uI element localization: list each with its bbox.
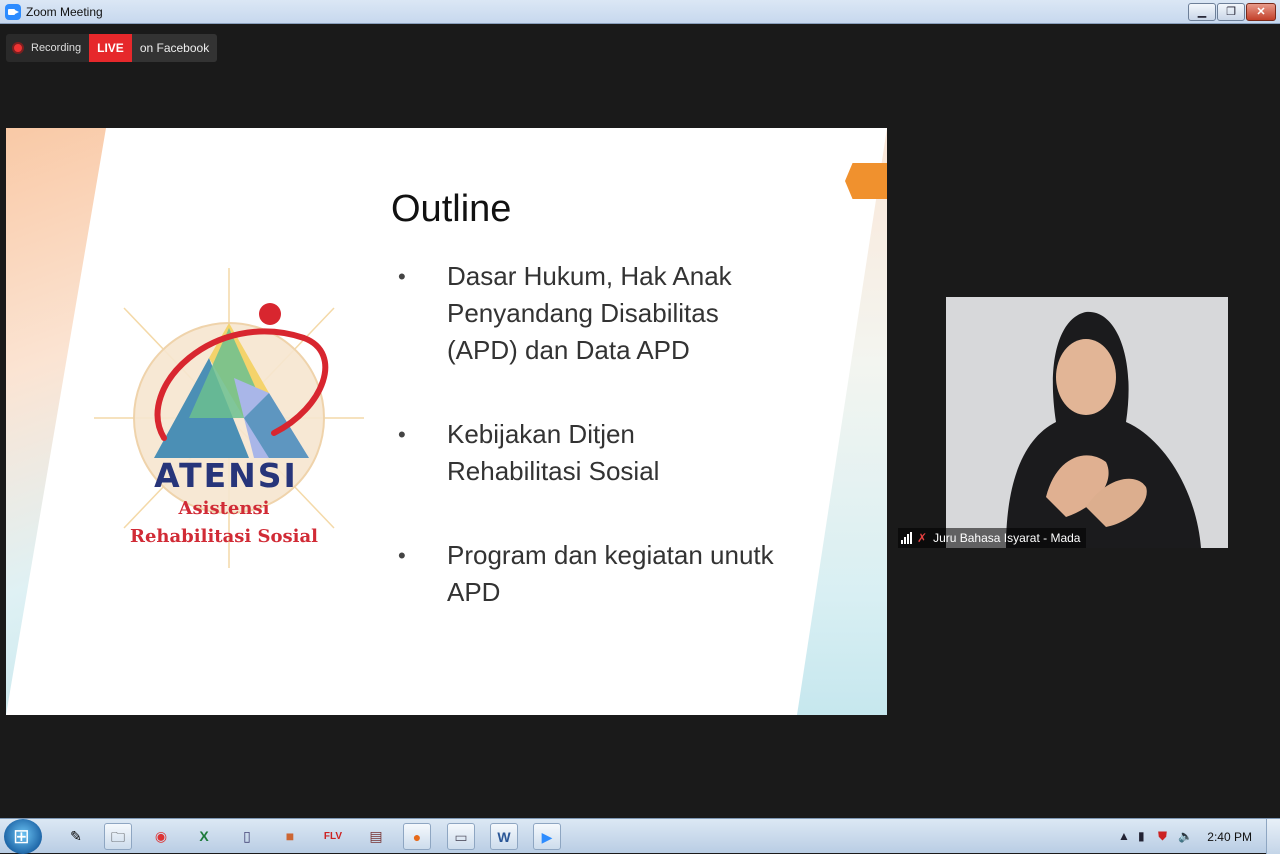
window-titlebar: Zoom Meeting ▁ ❐ ✕	[0, 0, 1280, 24]
winrar-icon[interactable]: ▤	[362, 823, 390, 850]
bullet-line: Rehabilitasi Sosial	[447, 456, 660, 486]
explorer-icon[interactable]: 🗀	[104, 823, 132, 850]
logo-subtitle-1: Asistensi	[178, 498, 270, 519]
shared-screen-slide: ATENSI Asistensi Rehabilitasi Sosial Out…	[6, 128, 887, 715]
recording-label: Recording	[31, 42, 82, 54]
logo-subtitle-2: Rehabilitasi Sosial	[130, 526, 318, 547]
zoom-taskbar-icon[interactable]: ▶	[533, 823, 561, 850]
participant-name-label: ✗ Juru Bahasa Isyarat - Mada	[898, 528, 1087, 548]
live-badge[interactable]: LIVE	[89, 34, 132, 62]
windows-taskbar: ✎ 🗀 ◉ X ▯ ■ FLV ▤ ● ▭ W ▶ ▲ ▮ ⛊ 🔈 2:40 P…	[0, 818, 1280, 854]
bullet-mark: •	[398, 422, 406, 447]
bullet-line: Penyandang Disabilitas	[447, 298, 719, 328]
app-icon[interactable]: ■	[276, 823, 304, 850]
live-target-label[interactable]: on Facebook	[131, 34, 218, 62]
bullet-line: APD	[447, 577, 501, 607]
bullet-line: Kebijakan Ditjen	[447, 419, 635, 449]
minimize-button[interactable]: ▁	[1188, 3, 1216, 21]
volume-icon[interactable]: 🔈	[1178, 829, 1193, 843]
scanner-icon[interactable]: ▭	[447, 823, 475, 850]
excel-icon[interactable]: X	[190, 823, 218, 850]
notepad-icon[interactable]: ✎	[62, 823, 90, 850]
maximize-button[interactable]: ❐	[1217, 3, 1245, 21]
bullet-item: • Dasar Hukum, Hak Anak Penyandang Disab…	[398, 258, 818, 369]
zoom-app-icon	[5, 4, 21, 20]
chrome-icon[interactable]: ◉	[147, 823, 175, 850]
logo-wordmark: ATENSI	[154, 456, 298, 495]
bullet-mark: •	[398, 264, 406, 289]
signal-strength-icon	[901, 532, 912, 544]
flv-icon[interactable]: FLV	[319, 823, 347, 850]
recording-live-bar: Recording LIVE on Facebook	[6, 34, 218, 62]
close-button[interactable]: ✕	[1246, 3, 1276, 21]
word-icon[interactable]: W	[490, 823, 518, 850]
bullet-item: • Program dan kegiatan unutk APD	[398, 537, 818, 611]
taskbar-clock[interactable]: 2:40 PM	[1207, 830, 1252, 844]
tray-expand-icon[interactable]: ▲	[1118, 829, 1130, 843]
show-desktop-button[interactable]	[1266, 819, 1280, 854]
record-icon	[12, 42, 24, 54]
participant-video-tile[interactable]	[946, 297, 1228, 548]
firefox-icon[interactable]: ●	[403, 823, 431, 850]
bullet-line: Dasar Hukum, Hak Anak	[447, 261, 732, 291]
slide-orange-tab	[845, 163, 887, 199]
system-tray: ▲ ▮ ⛊ 🔈	[1110, 819, 1280, 854]
bullet-line: Program dan kegiatan unutk	[447, 540, 774, 570]
recording-indicator[interactable]: Recording	[6, 34, 89, 62]
network-icon[interactable]: ▮	[1138, 829, 1145, 843]
bullet-mark: •	[398, 543, 406, 568]
mic-muted-icon: ✗	[917, 531, 928, 545]
window-title: Zoom Meeting	[26, 5, 103, 19]
bullet-item: • Kebijakan Ditjen Rehabilitasi Sosial	[398, 416, 818, 490]
slide-title: Outline	[391, 188, 512, 230]
slide-bullet-list: • Dasar Hukum, Hak Anak Penyandang Disab…	[398, 258, 818, 658]
atensi-logo: ATENSI Asistensi Rehabilitasi Sosial	[94, 268, 364, 578]
participant-video-feed	[946, 297, 1228, 548]
participant-name: Juru Bahasa Isyarat - Mada	[933, 531, 1081, 545]
slide-decor-left	[6, 128, 106, 715]
security-icon[interactable]: ⛊	[1158, 829, 1167, 844]
bullet-line: (APD) dan Data APD	[447, 335, 690, 365]
phone-icon[interactable]: ▯	[233, 823, 261, 850]
start-button[interactable]	[4, 819, 42, 854]
